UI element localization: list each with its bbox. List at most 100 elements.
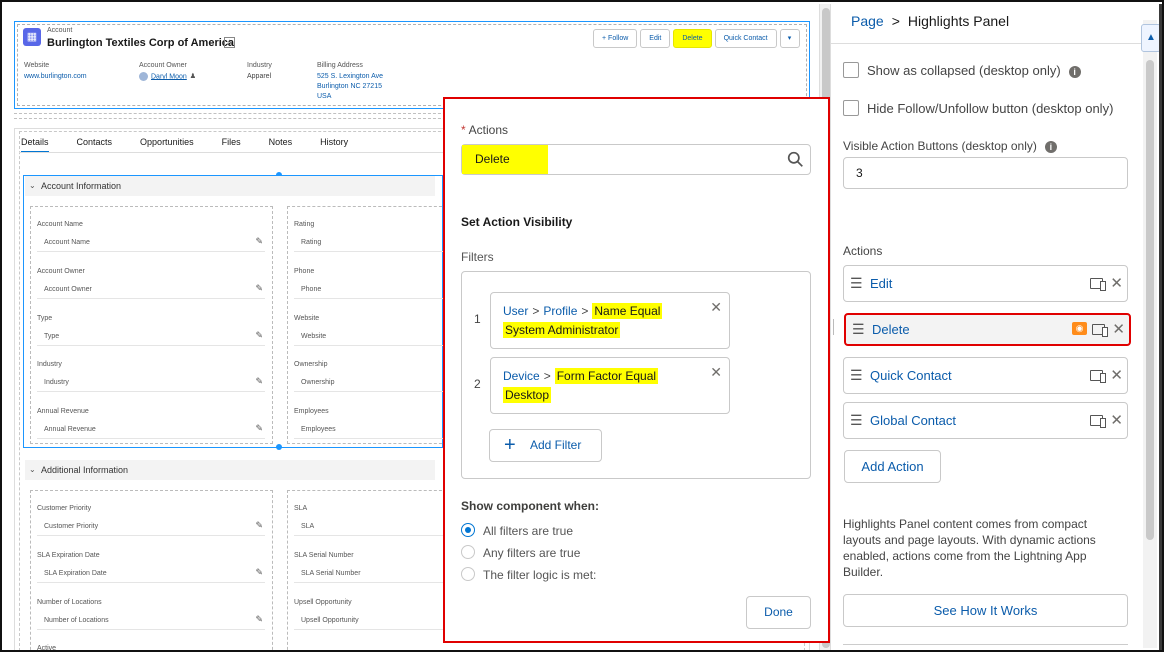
field-row[interactable]: Active <box>37 645 265 650</box>
actions-search-input[interactable]: Delete <box>461 144 811 175</box>
collapse-panel-button[interactable]: ▲ <box>1141 24 1161 52</box>
pencil-icon[interactable]: ✎ <box>255 567 263 578</box>
pencil-icon[interactable]: ✎ <box>255 423 263 434</box>
scroll-thumb[interactable] <box>1146 60 1154 540</box>
pencil-icon[interactable]: ✎ <box>255 614 263 625</box>
field-row[interactable]: Type Type ✎ <box>37 315 265 346</box>
done-button[interactable]: Done <box>746 596 811 629</box>
section-header-account-information[interactable]: ⌄ Account Information <box>25 176 435 196</box>
close-icon[interactable]: ✕ <box>1110 266 1123 301</box>
close-icon[interactable]: ✕ <box>1110 358 1123 393</box>
object-type: Account <box>47 27 73 34</box>
action-item-delete[interactable]: ☰ Delete ◉ ✕ <box>844 313 1131 346</box>
pencil-icon[interactable]: ✎ <box>255 236 263 247</box>
close-icon[interactable]: ✕ <box>1112 315 1125 344</box>
hierarchy-icon[interactable]: △ <box>224 37 235 48</box>
action-item-global-contact[interactable]: ☰ Global Contact ✕ <box>843 402 1128 439</box>
action-item-edit[interactable]: ☰ Edit ✕ <box>843 265 1128 302</box>
address-line[interactable]: 525 S. Lexington Ave <box>317 72 383 82</box>
field-label: Phone <box>294 268 315 275</box>
see-how-it-works-button[interactable]: See How It Works <box>843 594 1128 627</box>
radio-filter-logic[interactable]: The filter logic is met: <box>461 567 596 582</box>
panel-scrollbar[interactable] <box>1143 20 1157 648</box>
action-label: Edit <box>870 276 893 291</box>
radio-all-filters[interactable]: All filters are true <box>461 523 573 538</box>
visibility-title: Set Action Visibility <box>461 215 573 229</box>
more-actions-menu[interactable]: ▾ <box>779 29 800 48</box>
divider <box>831 43 1162 44</box>
row-line <box>37 438 265 439</box>
field-row[interactable]: Account Owner Account Owner ✎ <box>37 268 265 299</box>
field-row[interactable]: SLA Expiration Date SLA Expiration Date ✎ <box>37 552 265 583</box>
highlights-panel[interactable]: ▦ Account Burlington Textiles Corp of Am… <box>14 21 810 109</box>
radio-any-filters[interactable]: Any filters are true <box>461 545 580 560</box>
address-line[interactable]: USA <box>317 92 383 102</box>
field-value: SLA Serial Number <box>301 570 361 577</box>
field-website: Website www.burlington.com <box>24 62 87 82</box>
tab-files[interactable]: Files <box>222 137 241 153</box>
field-value: Rating <box>301 239 322 246</box>
field-row[interactable]: Account Name Account Name ✎ <box>37 221 265 252</box>
field-value: Account Name <box>44 239 90 246</box>
search-icon[interactable] <box>787 151 804 168</box>
follow-button[interactable]: + Follow <box>593 29 638 48</box>
pencil-icon[interactable]: ✎ <box>255 376 263 387</box>
owner-name: Daryl Moon <box>151 73 187 81</box>
delete-button[interactable]: Delete <box>673 29 712 48</box>
action-item-quick-contact[interactable]: ☰ Quick Contact ✕ <box>843 357 1128 394</box>
field-value: Upsell Opportunity <box>301 617 359 624</box>
close-icon[interactable]: ✕ <box>710 299 722 316</box>
checkbox[interactable] <box>843 100 859 116</box>
pencil-icon[interactable]: ✎ <box>255 520 263 531</box>
field-row[interactable]: Number of Locations Number of Locations ✎ <box>37 599 265 630</box>
resize-handle[interactable] <box>276 444 282 450</box>
drag-handle-icon[interactable]: ☰ <box>850 358 863 393</box>
pencil-icon[interactable]: ✎ <box>255 283 263 294</box>
checkbox-label: Hide Follow/Unfollow button (desktop onl… <box>867 101 1114 116</box>
section-header-additional-information[interactable]: ⌄ Additional Information <box>25 460 435 480</box>
close-icon[interactable]: ✕ <box>1110 403 1123 438</box>
drag-handle-icon[interactable]: ☰ <box>850 266 863 301</box>
website-link[interactable]: www.burlington.com <box>24 72 87 82</box>
add-action-button[interactable]: Add Action <box>844 450 941 483</box>
pencil-icon[interactable]: ✎ <box>255 330 263 341</box>
close-icon[interactable]: ✕ <box>710 364 722 381</box>
chevron-down-icon: ▾ <box>787 35 792 42</box>
field-value: Employees <box>301 426 336 433</box>
filter-card[interactable]: User > Profile > Name Equal System Administr… <box>490 292 730 349</box>
filter-value-line: Desktop <box>503 387 552 403</box>
info-icon[interactable]: i <box>1068 66 1081 78</box>
tab-opportunities[interactable]: Opportunities <box>140 137 194 153</box>
hide-follow-checkbox[interactable]: Hide Follow/Unfollow button (desktop onl… <box>843 100 1113 116</box>
field-row[interactable]: Annual Revenue Annual Revenue ✎ <box>37 408 265 439</box>
address-line[interactable]: Burlington NC 27215 <box>317 82 383 92</box>
filter-card[interactable]: Device > Form Factor Equal Desktop ✕ <box>490 357 730 414</box>
tab-details[interactable]: Details <box>21 137 49 153</box>
field-label: Annual Revenue <box>37 408 89 415</box>
row-line <box>37 629 265 630</box>
visible-action-buttons-input[interactable]: 3 <box>843 157 1128 189</box>
field-value: Number of Locations <box>44 617 109 624</box>
actions-label: Actions <box>843 244 883 258</box>
owner-link[interactable]: Daryl Moon ♟ <box>139 72 196 82</box>
tab-notes[interactable]: Notes <box>269 137 293 153</box>
quick-contact-button[interactable]: Quick Contact <box>714 29 777 48</box>
path-segment: User <box>503 304 529 318</box>
show-collapsed-checkbox[interactable]: Show as collapsed (desktop only) i <box>843 62 1081 78</box>
change-owner-icon[interactable]: ♟ <box>190 73 196 80</box>
edit-button[interactable]: Edit <box>640 29 671 48</box>
field-label: Number of Locations <box>37 599 102 606</box>
drag-handle-icon[interactable]: ☰ <box>850 403 863 438</box>
tab-history[interactable]: History <box>320 137 348 153</box>
breadcrumb-separator: > <box>891 13 900 29</box>
breadcrumb-page-link[interactable]: Page <box>851 13 884 29</box>
checkbox[interactable] <box>843 62 859 78</box>
field-row[interactable]: Customer Priority Customer Priority ✎ <box>37 505 265 536</box>
drag-handle-icon[interactable]: ☰ <box>852 315 865 344</box>
tab-contacts[interactable]: Contacts <box>77 137 113 153</box>
add-filter-button[interactable]: + Add Filter <box>489 429 602 462</box>
field-row[interactable]: Industry Industry ✎ <box>37 361 265 392</box>
info-icon[interactable]: i <box>1044 141 1057 153</box>
checkbox-label: Show as collapsed (desktop only) <box>867 63 1061 78</box>
action-label: Delete <box>872 322 910 337</box>
